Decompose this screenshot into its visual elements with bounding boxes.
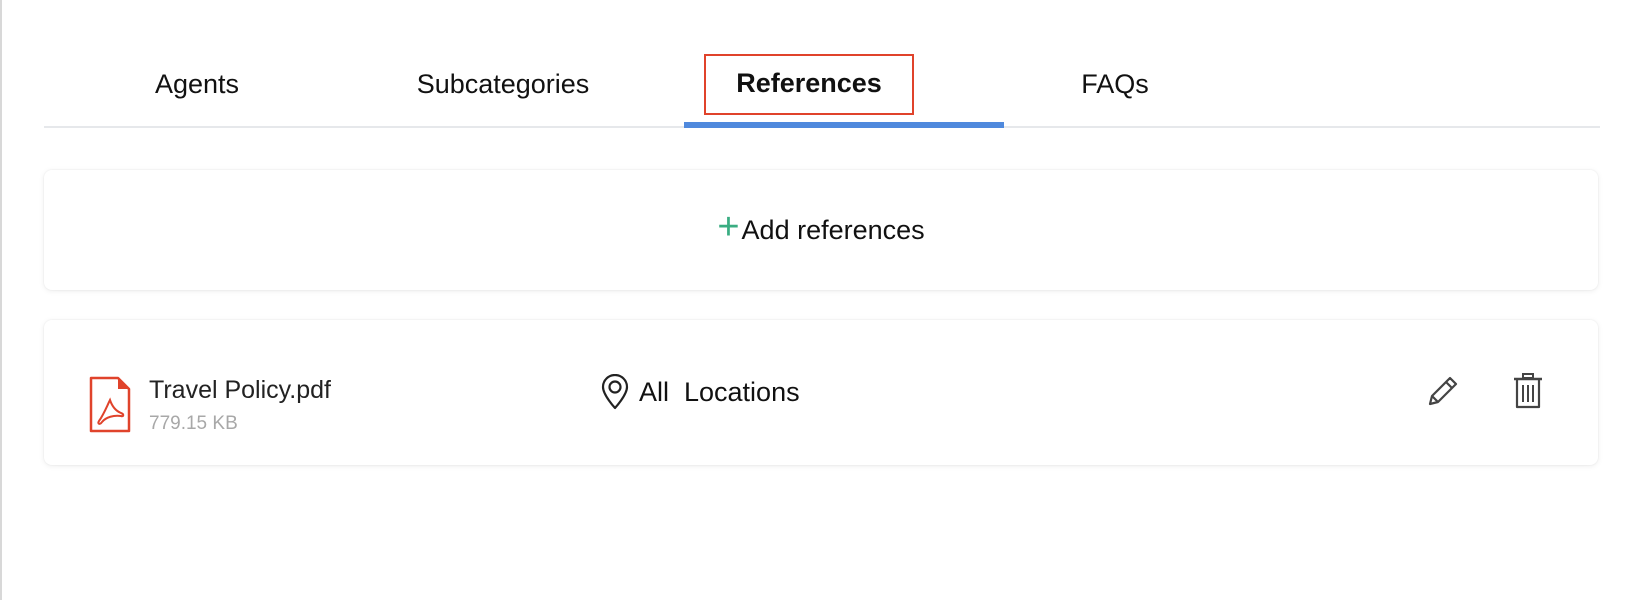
- add-references-button[interactable]: + Add references: [44, 170, 1598, 290]
- reference-file-size: 779.15 KB: [149, 413, 238, 434]
- tab-subcategories-label: Subcategories: [416, 68, 590, 99]
- tab-faqs-label: FAQs: [1081, 68, 1149, 99]
- tab-agents[interactable]: Agents: [44, 40, 350, 128]
- edit-icon[interactable]: [1424, 372, 1462, 410]
- active-tab-indicator: [684, 122, 1004, 128]
- tab-references[interactable]: References: [656, 40, 962, 128]
- location-pin-icon: [601, 374, 629, 410]
- tab-bar: Agents Subcategories References FAQs: [44, 40, 1600, 128]
- tab-references-label: References: [704, 53, 914, 115]
- reference-file-name[interactable]: Travel Policy.pdf: [149, 376, 331, 405]
- tab-agents-label: Agents: [154, 68, 240, 99]
- plus-icon: +: [717, 205, 740, 248]
- reference-item: Travel Policy.pdf 779.15 KB All Location…: [44, 320, 1598, 465]
- reference-location: All Locations: [639, 377, 800, 407]
- tab-faqs[interactable]: FAQs: [962, 40, 1268, 128]
- add-references-label: Add references: [741, 214, 925, 245]
- pdf-file-icon: [89, 376, 131, 433]
- tab-subcategories[interactable]: Subcategories: [350, 40, 656, 128]
- delete-icon[interactable]: [1512, 372, 1544, 410]
- references-page: Agents Subcategories References FAQs + A…: [0, 0, 1638, 600]
